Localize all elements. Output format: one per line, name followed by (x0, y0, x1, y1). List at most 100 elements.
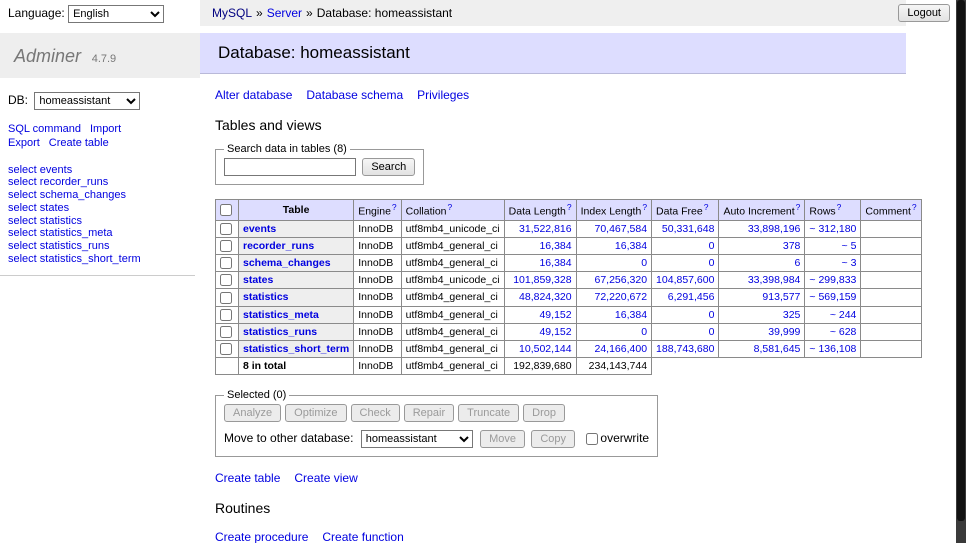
rows-link[interactable]: ~ 3 (842, 257, 857, 269)
help-link-index-length[interactable]: ? (642, 202, 647, 212)
rows-link[interactable]: ~ 244 (830, 309, 857, 321)
data-length-link[interactable]: 31,522,816 (519, 223, 572, 235)
data-free-link[interactable]: 50,331,648 (662, 223, 715, 235)
index-length-link[interactable]: 16,384 (615, 309, 647, 321)
data-free-link[interactable]: 0 (709, 326, 715, 338)
table-link-states[interactable]: states (243, 274, 273, 286)
link-create-procedure[interactable]: Create procedure (215, 530, 308, 543)
logout-button[interactable]: Logout (898, 4, 950, 22)
data-length-link[interactable]: 48,824,320 (519, 291, 572, 303)
help-link-engine[interactable]: ? (392, 202, 397, 212)
sidebar-link-import[interactable]: Import (90, 123, 121, 135)
auto-increment-link[interactable]: 913,577 (762, 291, 800, 303)
link-alter-database[interactable]: Alter database (215, 88, 292, 102)
action-button-repair[interactable]: Repair (404, 404, 454, 422)
data-free-link[interactable]: 188,743,680 (656, 343, 714, 355)
sidebar-link-create-table[interactable]: Create table (49, 137, 109, 149)
table-link-schema-changes[interactable]: schema_changes (243, 257, 331, 269)
link-privileges[interactable]: Privileges (417, 88, 469, 102)
row-checkbox[interactable] (220, 326, 232, 338)
help-link-data-free[interactable]: ? (704, 202, 709, 212)
rows-link[interactable]: ~ 312,180 (809, 223, 856, 235)
data-length-link[interactable]: 49,152 (539, 326, 571, 338)
link-create-function[interactable]: Create function (322, 530, 403, 543)
link-create-view[interactable]: Create view (294, 471, 357, 485)
action-button-optimize[interactable]: Optimize (285, 404, 346, 422)
sidebar-link-export[interactable]: Export (8, 137, 40, 149)
rows-link[interactable]: ~ 628 (830, 326, 857, 338)
scrollbar-thumb[interactable] (957, 0, 965, 521)
select-all-checkbox[interactable] (220, 204, 232, 216)
help-link-rows[interactable]: ? (837, 202, 842, 212)
auto-increment-link[interactable]: 6 (795, 257, 801, 269)
row-checkbox[interactable] (220, 292, 232, 304)
table-link-statistics-meta[interactable]: statistics_meta (243, 309, 319, 321)
sidebar-select-statistics-meta[interactable]: select statistics_meta (8, 227, 195, 240)
help-link-collation[interactable]: ? (448, 202, 453, 212)
auto-increment-link[interactable]: 378 (783, 240, 801, 252)
table-link-recorder-runs[interactable]: recorder_runs (243, 240, 314, 252)
sidebar-select-statistics-short-term[interactable]: select statistics_short_term (8, 253, 195, 266)
sidebar-link-sql-command[interactable]: SQL command (8, 123, 81, 135)
table-link-events[interactable]: events (243, 223, 276, 235)
copy-button[interactable]: Copy (531, 430, 575, 448)
index-length-link[interactable]: 0 (641, 257, 647, 269)
rows-link[interactable]: ~ 136,108 (809, 343, 856, 355)
index-length-link[interactable]: 70,467,584 (594, 223, 647, 235)
data-free-link[interactable]: 0 (709, 257, 715, 269)
action-button-analyze[interactable]: Analyze (224, 404, 281, 422)
row-checkbox[interactable] (220, 309, 232, 321)
help-link-auto-increment[interactable]: ? (796, 202, 801, 212)
sidebar-select-states[interactable]: select states (8, 202, 195, 215)
data-length-link[interactable]: 16,384 (539, 257, 571, 269)
data-length-link[interactable]: 10,502,144 (519, 343, 572, 355)
index-length-link[interactable]: 16,384 (615, 240, 647, 252)
breadcrumb-mysql-link[interactable]: MySQL (212, 6, 252, 20)
action-button-truncate[interactable]: Truncate (458, 404, 519, 422)
index-length-link[interactable]: 24,166,400 (594, 343, 647, 355)
table-link-statistics[interactable]: statistics (243, 291, 289, 303)
move-button[interactable]: Move (480, 430, 525, 448)
move-db-select[interactable]: homeassistant (361, 430, 473, 448)
vertical-scrollbar[interactable] (956, 0, 966, 543)
auto-increment-link[interactable]: 325 (783, 309, 801, 321)
breadcrumb-server-link[interactable]: Server (267, 6, 302, 20)
index-length-link[interactable]: 0 (641, 326, 647, 338)
auto-increment-link[interactable]: 33,898,196 (748, 223, 801, 235)
auto-increment-link[interactable]: 8,581,645 (754, 343, 801, 355)
data-free-link[interactable]: 0 (709, 309, 715, 321)
search-input[interactable] (224, 158, 356, 176)
index-length-link[interactable]: 72,220,672 (594, 291, 647, 303)
sidebar-select-statistics-runs[interactable]: select statistics_runs (8, 240, 195, 253)
row-checkbox[interactable] (220, 274, 232, 286)
rows-link[interactable]: ~ 299,833 (809, 274, 856, 286)
overwrite-option[interactable]: overwrite (586, 431, 649, 445)
row-checkbox[interactable] (220, 223, 232, 235)
help-link-data-length[interactable]: ? (567, 202, 572, 212)
action-button-check[interactable]: Check (351, 404, 400, 422)
table-link-statistics-runs[interactable]: statistics_runs (243, 326, 317, 338)
sidebar-select-recorder-runs[interactable]: select recorder_runs (8, 176, 195, 189)
data-length-link[interactable]: 49,152 (539, 309, 571, 321)
auto-increment-link[interactable]: 33,398,984 (748, 274, 801, 286)
rows-link[interactable]: ~ 5 (842, 240, 857, 252)
data-free-link[interactable]: 104,857,600 (656, 274, 714, 286)
overwrite-checkbox[interactable] (586, 433, 598, 445)
search-button[interactable]: Search (362, 158, 415, 176)
sidebar-select-statistics[interactable]: select statistics (8, 215, 195, 228)
language-select[interactable]: English (68, 5, 164, 23)
db-select[interactable]: homeassistant (34, 92, 140, 110)
link-create-table[interactable]: Create table (215, 471, 280, 485)
row-checkbox[interactable] (220, 343, 232, 355)
auto-increment-link[interactable]: 39,999 (768, 326, 800, 338)
data-length-link[interactable]: 16,384 (539, 240, 571, 252)
action-button-drop[interactable]: Drop (523, 404, 565, 422)
app-name-link[interactable]: Adminer (14, 46, 81, 66)
table-link-statistics-short-term[interactable]: statistics_short_term (243, 343, 349, 355)
rows-link[interactable]: ~ 569,159 (809, 291, 856, 303)
data-length-link[interactable]: 101,859,328 (513, 274, 571, 286)
link-database-schema[interactable]: Database schema (306, 88, 403, 102)
sidebar-select-schema-changes[interactable]: select schema_changes (8, 189, 195, 202)
data-free-link[interactable]: 6,291,456 (668, 291, 715, 303)
sidebar-select-events[interactable]: select events (8, 164, 195, 177)
